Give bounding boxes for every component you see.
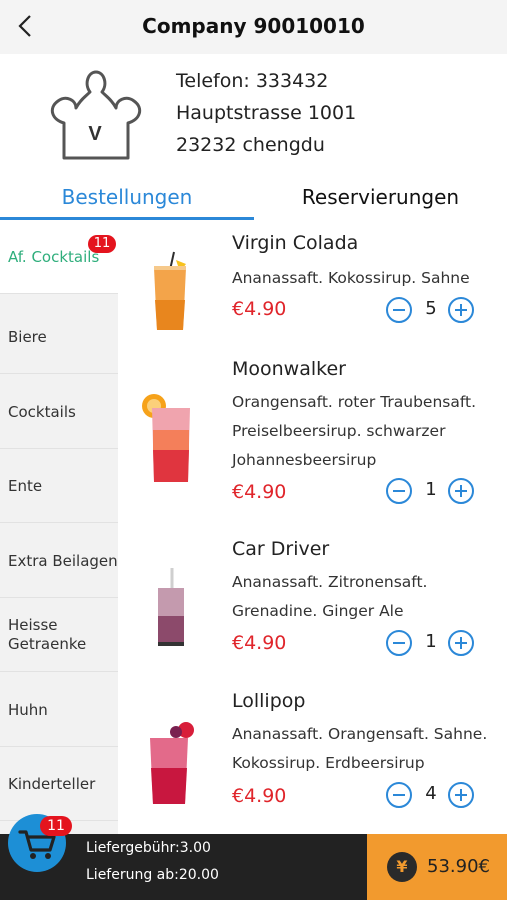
cart-bar: 11 Liefergebühr:3.00 Lieferung ab:20.00 … xyxy=(0,814,507,900)
minus-icon[interactable] xyxy=(386,297,412,323)
crown-icon: V xyxy=(50,70,142,160)
quantity-stepper: 1 xyxy=(386,630,476,656)
plus-icon[interactable] xyxy=(448,297,474,323)
minus-icon[interactable] xyxy=(386,478,412,504)
item-description: Orangensaft. roter Traubensaft. Preiselb… xyxy=(232,393,477,469)
drink-image xyxy=(154,251,186,330)
cart-total: 53.90€ xyxy=(427,856,490,877)
company-phone: Telefon: 333432 xyxy=(176,70,329,92)
company-city: 23232 chengdu xyxy=(176,134,325,156)
product-list: Virgin Colada Ananassaft. Kokossirup. Sa… xyxy=(118,220,507,834)
quantity-stepper: 1 xyxy=(386,478,476,504)
category-item-ente[interactable]: Ente xyxy=(0,449,118,523)
item-description: Ananassaft. Zitronensaft. Grenadine. Gin… xyxy=(232,573,428,620)
category-label: Heisse Getraenke xyxy=(8,615,87,653)
item-price: €4.90 xyxy=(232,481,287,503)
category-item-huhn[interactable]: Huhn xyxy=(0,673,118,747)
list-item: Lollipop Ananassaft. Orangensaft. Sahne.… xyxy=(118,682,507,834)
category-label: Ente xyxy=(8,476,43,495)
drink-image xyxy=(142,394,190,482)
minimum-order: Lieferung ab:20.00 xyxy=(86,867,219,883)
category-item-extra-beilagen[interactable]: Extra Beilagen xyxy=(0,524,118,598)
company-street: Hauptstrasse 1001 xyxy=(176,102,357,124)
category-item-biere[interactable]: Biere xyxy=(0,300,118,374)
category-sidebar: Af. Cocktails 11 Biere Cocktails Ente Ex… xyxy=(0,220,118,834)
header-bar: Company 90010010 xyxy=(0,0,507,54)
plus-icon[interactable] xyxy=(448,782,474,808)
quantity-value: 1 xyxy=(425,479,437,500)
quantity-stepper: 5 xyxy=(386,297,476,323)
drink-image xyxy=(158,568,184,646)
logo-letter: V xyxy=(88,123,102,145)
category-label: Af. Cocktails xyxy=(8,247,100,266)
cart-count-badge: 11 xyxy=(40,816,72,836)
delivery-fee: Liefergebühr:3.00 xyxy=(86,840,211,856)
quantity-value: 5 xyxy=(425,298,437,319)
item-price: €4.90 xyxy=(232,298,287,320)
tab-bestellungen[interactable]: Bestellungen xyxy=(0,180,254,220)
list-item: Moonwalker Orangensaft. roter Traubensaf… xyxy=(118,350,507,530)
category-item-af-cocktails[interactable]: Af. Cocktails 11 xyxy=(0,220,118,294)
item-price: €4.90 xyxy=(232,632,287,654)
item-name: Virgin Colada xyxy=(232,232,359,254)
category-item-cocktails[interactable]: Cocktails xyxy=(0,375,118,449)
category-label: Extra Beilagen xyxy=(8,551,118,570)
category-label: Cocktails xyxy=(8,402,76,421)
quantity-value: 4 xyxy=(425,783,437,804)
list-item: Virgin Colada Ananassaft. Kokossirup. Sa… xyxy=(118,220,507,360)
item-description: Ananassaft. Kokossirup. Sahne xyxy=(232,269,470,287)
currency-icon: ¥ xyxy=(387,852,417,882)
item-name: Moonwalker xyxy=(232,358,346,380)
category-count-badge: 11 xyxy=(88,235,116,253)
tab-bar: Bestellungen Reservierungen xyxy=(0,180,507,220)
plus-icon[interactable] xyxy=(448,478,474,504)
minus-icon[interactable] xyxy=(386,630,412,656)
quantity-stepper: 4 xyxy=(386,782,476,808)
company-logo: V xyxy=(46,68,144,164)
drink-image xyxy=(150,722,194,804)
plus-icon[interactable] xyxy=(448,630,474,656)
category-label: Kinderteller xyxy=(8,774,96,793)
page-title: Company 90010010 xyxy=(142,14,365,38)
category-item-heisse-getraenke[interactable]: Heisse Getraenke xyxy=(0,598,118,672)
item-name: Lollipop xyxy=(232,690,306,712)
item-description: Ananassaft. Orangensaft. Sahne. Kokossir… xyxy=(232,725,488,772)
category-label: Biere xyxy=(8,327,47,346)
tab-reservierungen[interactable]: Reservierungen xyxy=(254,180,507,220)
checkout-button[interactable]: ¥ 53.90€ xyxy=(367,834,507,900)
minus-icon[interactable] xyxy=(386,782,412,808)
item-name: Car Driver xyxy=(232,538,330,560)
list-item: Car Driver Ananassaft. Zitronensaft. Gre… xyxy=(118,530,507,680)
quantity-value: 1 xyxy=(425,631,437,652)
category-label: Huhn xyxy=(8,700,48,719)
item-price: €4.90 xyxy=(232,785,287,807)
category-item-kinderteller[interactable]: Kinderteller xyxy=(0,747,118,821)
